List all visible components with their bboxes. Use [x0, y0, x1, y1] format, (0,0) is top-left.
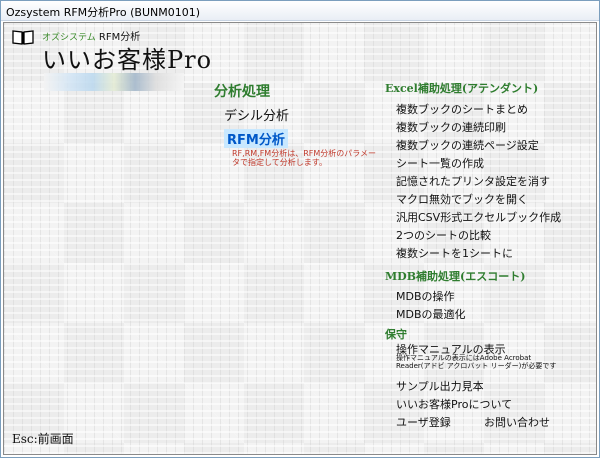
sample-output-menu-item[interactable]: サンプル出力見本	[396, 378, 484, 394]
excel-menu-item[interactable]: シート一覧の作成	[396, 155, 484, 171]
excel-menu-item[interactable]: 複数ブックの連続ページ設定	[396, 137, 539, 153]
excel-menu-item[interactable]: 2つのシートの比較	[396, 227, 491, 243]
window-title: Ozsystem RFM分析Pro (BUNM0101)	[6, 6, 200, 19]
about-menu-item[interactable]: いいお客様Proについて	[396, 396, 512, 412]
user-registration-menu-item[interactable]: ユーザ登録	[396, 414, 451, 430]
app-brand-title: いいお客様Pro	[42, 46, 213, 74]
title-bar: Ozsystem RFM分析Pro (BUNM0101)	[1, 1, 599, 21]
app-window: Ozsystem RFM分析Pro (BUNM0101) オズシステム RFM分…	[0, 0, 600, 458]
excel-menu-item[interactable]: 記憶されたプリンタ設定を消す	[396, 173, 550, 189]
excel-menu-item[interactable]: 複数シートを1シートに	[396, 245, 513, 261]
rfm-description: RF,RM,FM分析は、RFM分析のパラメータで指定して分析します。	[232, 149, 377, 167]
excel-menu-item[interactable]: 汎用CSV形式エクセルブック作成	[396, 209, 561, 225]
excel-heading: Excel補助処理(アテンダント)	[385, 82, 539, 95]
excel-menu-item[interactable]: マクロ無効でブックを開く	[396, 191, 528, 207]
manual-note: 操作マニュアルの表示にはAdobe Acrobat Reader(アドビ アクロ…	[396, 354, 557, 370]
decile-analysis-menu-item[interactable]: デシル分析	[224, 105, 289, 124]
mdb-heading: MDB補助処理(エスコート)	[385, 270, 526, 283]
mdb-menu-item[interactable]: MDBの操作	[396, 288, 455, 304]
book-icon	[12, 30, 34, 45]
mdb-menu-item[interactable]: MDBの最適化	[396, 306, 466, 322]
rfm-analysis-menu-item[interactable]: RFM分析	[224, 129, 288, 148]
excel-menu-item[interactable]: 複数ブックの連続印刷	[396, 119, 506, 135]
main-menu-panel: オズシステム RFM分析 いいお客様Pro 分析処理 デシル分析 RFM分析 R…	[3, 22, 597, 455]
decorative-photo-strip	[44, 73, 184, 91]
contact-menu-item[interactable]: お問い合わせ	[484, 414, 550, 430]
maintenance-heading: 保守	[385, 328, 407, 341]
excel-menu-item[interactable]: 複数ブックのシートまとめ	[396, 101, 528, 117]
analysis-heading: 分析処理	[214, 84, 270, 100]
esc-back-hint[interactable]: Esc:前画面	[12, 430, 74, 447]
